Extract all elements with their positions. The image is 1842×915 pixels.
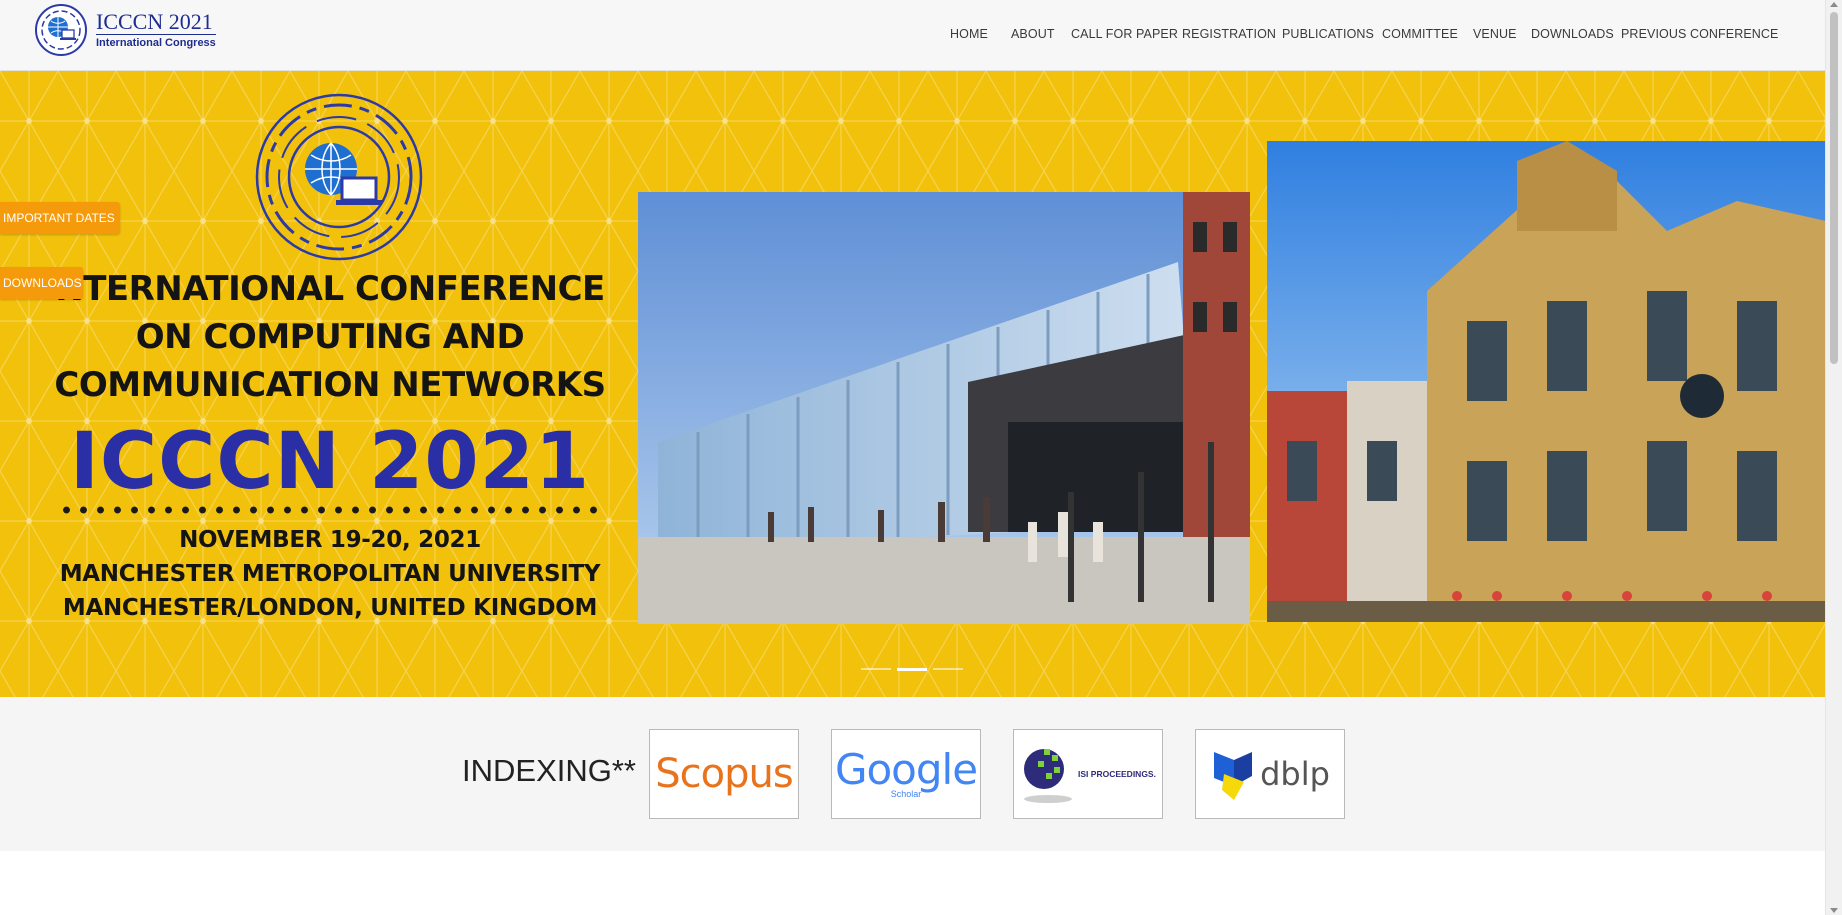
page-scrollbar[interactable] bbox=[1825, 0, 1842, 915]
scopus-logo-text: Scopus bbox=[655, 751, 793, 797]
logo-title: ICCCN 2021 bbox=[96, 9, 216, 35]
scroll-down-arrow-icon[interactable] bbox=[1830, 908, 1838, 913]
scholar-logo-text: Scholar bbox=[890, 789, 922, 799]
google-scholar-logo[interactable]: Google Scholar bbox=[831, 729, 981, 819]
hero-photo-historic-building bbox=[1267, 141, 1826, 622]
hero-title-line-1: NTERNATIONAL CONFERENCE bbox=[55, 269, 605, 309]
globe-laptop-emblem-icon bbox=[255, 93, 423, 261]
nav-venue[interactable]: VENUE bbox=[1473, 27, 1517, 41]
hero-text-block: NTERNATIONAL CONFERENCE ON COMPUTING AND… bbox=[40, 265, 620, 625]
slider-indicator-3[interactable] bbox=[933, 668, 963, 670]
hero-photo-university-building bbox=[638, 192, 1250, 624]
hero-acronym: ICCCN 2021 bbox=[69, 417, 591, 507]
nav-committee[interactable]: COMMITTEE bbox=[1382, 27, 1458, 41]
nav-publications[interactable]: PUBLICATIONS bbox=[1282, 27, 1374, 41]
site-header: ICCCN 2021 International Congress HOME A… bbox=[0, 0, 1826, 71]
hero-slider: NTERNATIONAL CONFERENCE ON COMPUTING AND… bbox=[0, 71, 1826, 697]
isi-logo-text: ISI PROCEEDINGS. bbox=[1078, 769, 1156, 779]
scroll-up-arrow-icon[interactable] bbox=[1830, 2, 1838, 7]
nav-about[interactable]: ABOUT bbox=[1011, 27, 1055, 41]
hero-title-line-2: ON COMPUTING AND bbox=[135, 317, 525, 357]
hero-date: NOVEMBER 19-20, 2021 bbox=[179, 527, 481, 553]
indexing-section: INDEXING** Scopus Google Scholar ISI PRO… bbox=[0, 697, 1826, 851]
content-area bbox=[0, 851, 1826, 915]
slider-indicator-2[interactable] bbox=[897, 668, 927, 671]
dblp-logo-text: dblp bbox=[1260, 755, 1330, 793]
globe-laptop-logo-icon bbox=[35, 4, 87, 56]
important-dates-button[interactable]: IMPORTANT DATES bbox=[0, 202, 120, 234]
nav-call-for-paper[interactable]: CALL FOR PAPER bbox=[1071, 27, 1178, 41]
hero-location: MANCHESTER/LONDON, UNITED KINGDOM bbox=[62, 595, 598, 621]
dblp-mark-icon bbox=[1214, 752, 1253, 800]
site-logo[interactable]: ICCCN 2021 International Congress bbox=[34, 3, 216, 57]
dblp-logo[interactable]: dblp bbox=[1195, 729, 1345, 819]
google-logo-text: Google bbox=[834, 745, 978, 794]
isi-globe-icon bbox=[1024, 749, 1073, 803]
indexing-label: INDEXING** bbox=[462, 753, 636, 788]
hero-title-line-3: COMMUNICATION NETWORKS bbox=[54, 365, 606, 405]
nav-home[interactable]: HOME bbox=[950, 27, 988, 41]
nav-registration[interactable]: REGISTRATION bbox=[1182, 27, 1276, 41]
hero-venue: MANCHESTER METROPOLITAN UNIVERSITY bbox=[59, 561, 601, 587]
downloads-side-button[interactable]: DOWNLOADS bbox=[0, 267, 83, 299]
slider-indicators bbox=[861, 668, 963, 671]
scroll-thumb[interactable] bbox=[1830, 12, 1838, 364]
nav-downloads[interactable]: DOWNLOADS bbox=[1531, 27, 1614, 41]
isi-proceedings-logo[interactable]: ISI PROCEEDINGS. bbox=[1013, 729, 1163, 819]
scopus-logo[interactable]: Scopus bbox=[649, 729, 799, 819]
logo-subtitle: International Congress bbox=[96, 36, 216, 49]
nav-previous-conference[interactable]: PREVIOUS CONFERENCE bbox=[1621, 27, 1778, 41]
slider-indicator-1[interactable] bbox=[861, 668, 891, 670]
